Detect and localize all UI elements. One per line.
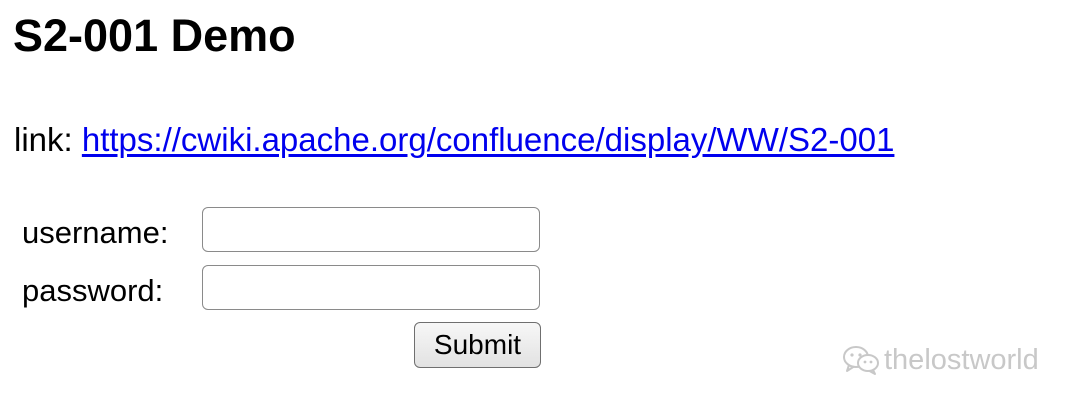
username-input[interactable] — [202, 207, 540, 252]
password-input[interactable] — [202, 265, 540, 310]
watermark: thelostworld — [842, 340, 1039, 380]
submit-button[interactable]: Submit — [414, 322, 541, 368]
username-label: username: — [22, 215, 169, 250]
watermark-text: thelostworld — [884, 343, 1039, 376]
wechat-icon — [843, 346, 879, 375]
password-label: password: — [22, 273, 164, 308]
